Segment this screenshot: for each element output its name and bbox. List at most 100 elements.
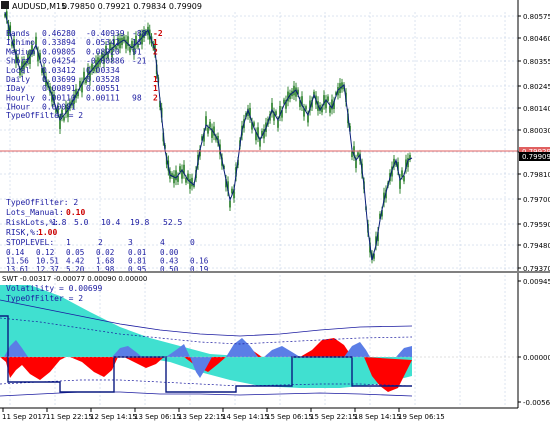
price-tick-label: 0.80245	[523, 83, 550, 91]
candle-body	[401, 170, 403, 177]
strength-row-flag: 2	[153, 93, 158, 102]
candle-body	[293, 85, 295, 96]
price-tick-label: 0.79590	[523, 221, 550, 229]
strength-row-value1: 0.09805	[42, 47, 76, 56]
strength-row-flag: -2	[153, 29, 163, 38]
candle-body	[173, 174, 175, 184]
strength-row-value2: 0.05342	[86, 38, 120, 47]
strength-row-value1: 0.03699	[42, 75, 76, 84]
time-tick-label: 19 Sep 06:15	[398, 413, 445, 421]
time-tick-label: 15 Sep 06:15	[266, 413, 313, 421]
price-tick-label: 0.80030	[523, 127, 550, 135]
stoplevel-label: STOPLEVEL:	[6, 238, 54, 247]
time-tick-label: 15 Sep 22:15	[310, 413, 357, 421]
strength-row-label: IDay	[6, 84, 25, 93]
price-tick-label: 0.80460	[523, 35, 550, 43]
strength-row-value2: -0.00886	[86, 57, 125, 66]
price-tick-label: 0.80575	[523, 13, 550, 21]
chart-window: AUDUSD,M15 0.79850 0.79921 0.79834 0.799…	[0, 0, 550, 422]
strength-row-label: Ichimo	[6, 38, 35, 47]
strength-row-label: Hourly	[6, 93, 35, 102]
price-tick-label: 0.79480	[523, 242, 550, 250]
risklots-value: 1.8	[52, 218, 67, 227]
candle-body	[283, 99, 285, 104]
risklots-value: 52.5	[163, 218, 182, 227]
candle-body	[209, 121, 211, 128]
candle-body	[129, 46, 131, 53]
lots-manual-value: 0.10	[66, 208, 85, 217]
strength-row-count: 98	[132, 93, 142, 102]
risk-percent-label: RISK,%:	[6, 228, 40, 237]
price-tick-label: 0.80140	[523, 105, 550, 113]
strength-row-value1: 0.33894	[42, 38, 76, 47]
time-tick-label: 13 Sep 06:15	[134, 413, 181, 421]
strength-row-value2: 0.00111	[86, 93, 120, 102]
strength-row-value1: 0.46280	[42, 29, 76, 38]
candle-body	[275, 111, 277, 115]
strength-row-count: -88	[132, 29, 147, 38]
candle-body	[357, 152, 359, 157]
time-tick-label: 13 Sep 22:15	[178, 413, 225, 421]
strength-row-label: Local	[6, 66, 30, 75]
candle-body	[191, 177, 193, 187]
strength-row-flag: 1	[153, 84, 158, 93]
candle-body	[207, 127, 209, 134]
strength-row-value2: 0.08920	[86, 47, 120, 56]
stoplevel-value: 3	[128, 238, 133, 247]
stoplevel-value: 2	[98, 238, 103, 247]
strength-row-flag: 1	[153, 38, 158, 47]
candle-body	[179, 166, 181, 172]
strength-type-of-filter: TypeOfFilter = 2	[6, 111, 83, 120]
candle-body	[305, 106, 307, 110]
lots-manual-label: Lots_Manual:	[6, 208, 64, 217]
stoplevel-value: 1	[66, 238, 71, 247]
time-tick-label: 18 Sep 14:15	[354, 413, 401, 421]
panel-separator[interactable]	[0, 271, 550, 273]
strength-row-value1: 0.00891	[42, 84, 76, 93]
indicator-title: SWT -0.00317 -0.00077 0.00090 0.00000	[2, 275, 147, 283]
symbol-timeframe: AUDUSD,M15	[12, 2, 66, 11]
strength-row-label: Daily	[6, 75, 30, 84]
strength-row-flag: 1	[153, 75, 158, 84]
current-price-label: 0.79909	[522, 153, 550, 161]
stoplevel-value: 0	[190, 238, 195, 247]
time-tick-label: 12 Sep 14:15	[90, 413, 137, 421]
volatility-readout: Volatility = 0.00699	[6, 284, 103, 293]
candle-body	[403, 176, 405, 182]
strength-row-value2: 0.03528	[86, 75, 120, 84]
time-tick-label: 11 Sep 22:15	[46, 413, 93, 421]
price-tick-label: 0.80355	[523, 58, 550, 66]
risk-type-of-filter: TypeOfFilter: 2	[6, 198, 78, 207]
risklots-value: 19.8	[130, 218, 149, 227]
strength-row-value2: -0.40939	[86, 29, 125, 38]
candle-body	[189, 178, 191, 189]
price-tick-label: 0.79810	[523, 171, 550, 179]
strength-row-count: 91	[132, 47, 142, 56]
candle-body	[327, 96, 329, 101]
strength-row-count: 16	[132, 38, 142, 47]
indicator-tick-label: 0.00945	[523, 278, 550, 286]
candle-body	[229, 200, 231, 208]
strength-row-label: Medium	[6, 47, 35, 56]
time-tick-label: 14 Sep 14:15	[222, 413, 269, 421]
risklots-value: 10.4	[101, 218, 120, 227]
ohlc-values: 0.79850 0.79921 0.79834 0.79909	[62, 2, 202, 11]
strength-row-value1: 0.03412	[42, 66, 76, 75]
indicator-tick-label: -0.00561	[523, 399, 550, 407]
strength-row-count: -21	[132, 57, 147, 66]
price-tick-label: 0.79700	[523, 196, 550, 204]
strength-row-flag: 2	[153, 47, 158, 56]
risklots-value: 5.0	[74, 218, 89, 227]
strength-row-label: Bands	[6, 29, 30, 38]
time-tick-label: 11 Sep 2017	[2, 413, 46, 421]
indicator-tick-label: 0.00000	[523, 354, 550, 362]
strength-row-value2: 0.00334	[86, 66, 120, 75]
candle-body	[175, 170, 177, 181]
candle-body	[277, 120, 279, 128]
strength-row-label: Short	[6, 57, 30, 66]
strength-row-value1: 0.00110	[42, 93, 76, 102]
strength-row-value2: 0.00551	[86, 84, 120, 93]
window-menu-icon[interactable]	[1, 1, 9, 9]
stoplevel-value: 4	[160, 238, 165, 247]
strength-row-value1: 0.04254	[42, 57, 76, 66]
